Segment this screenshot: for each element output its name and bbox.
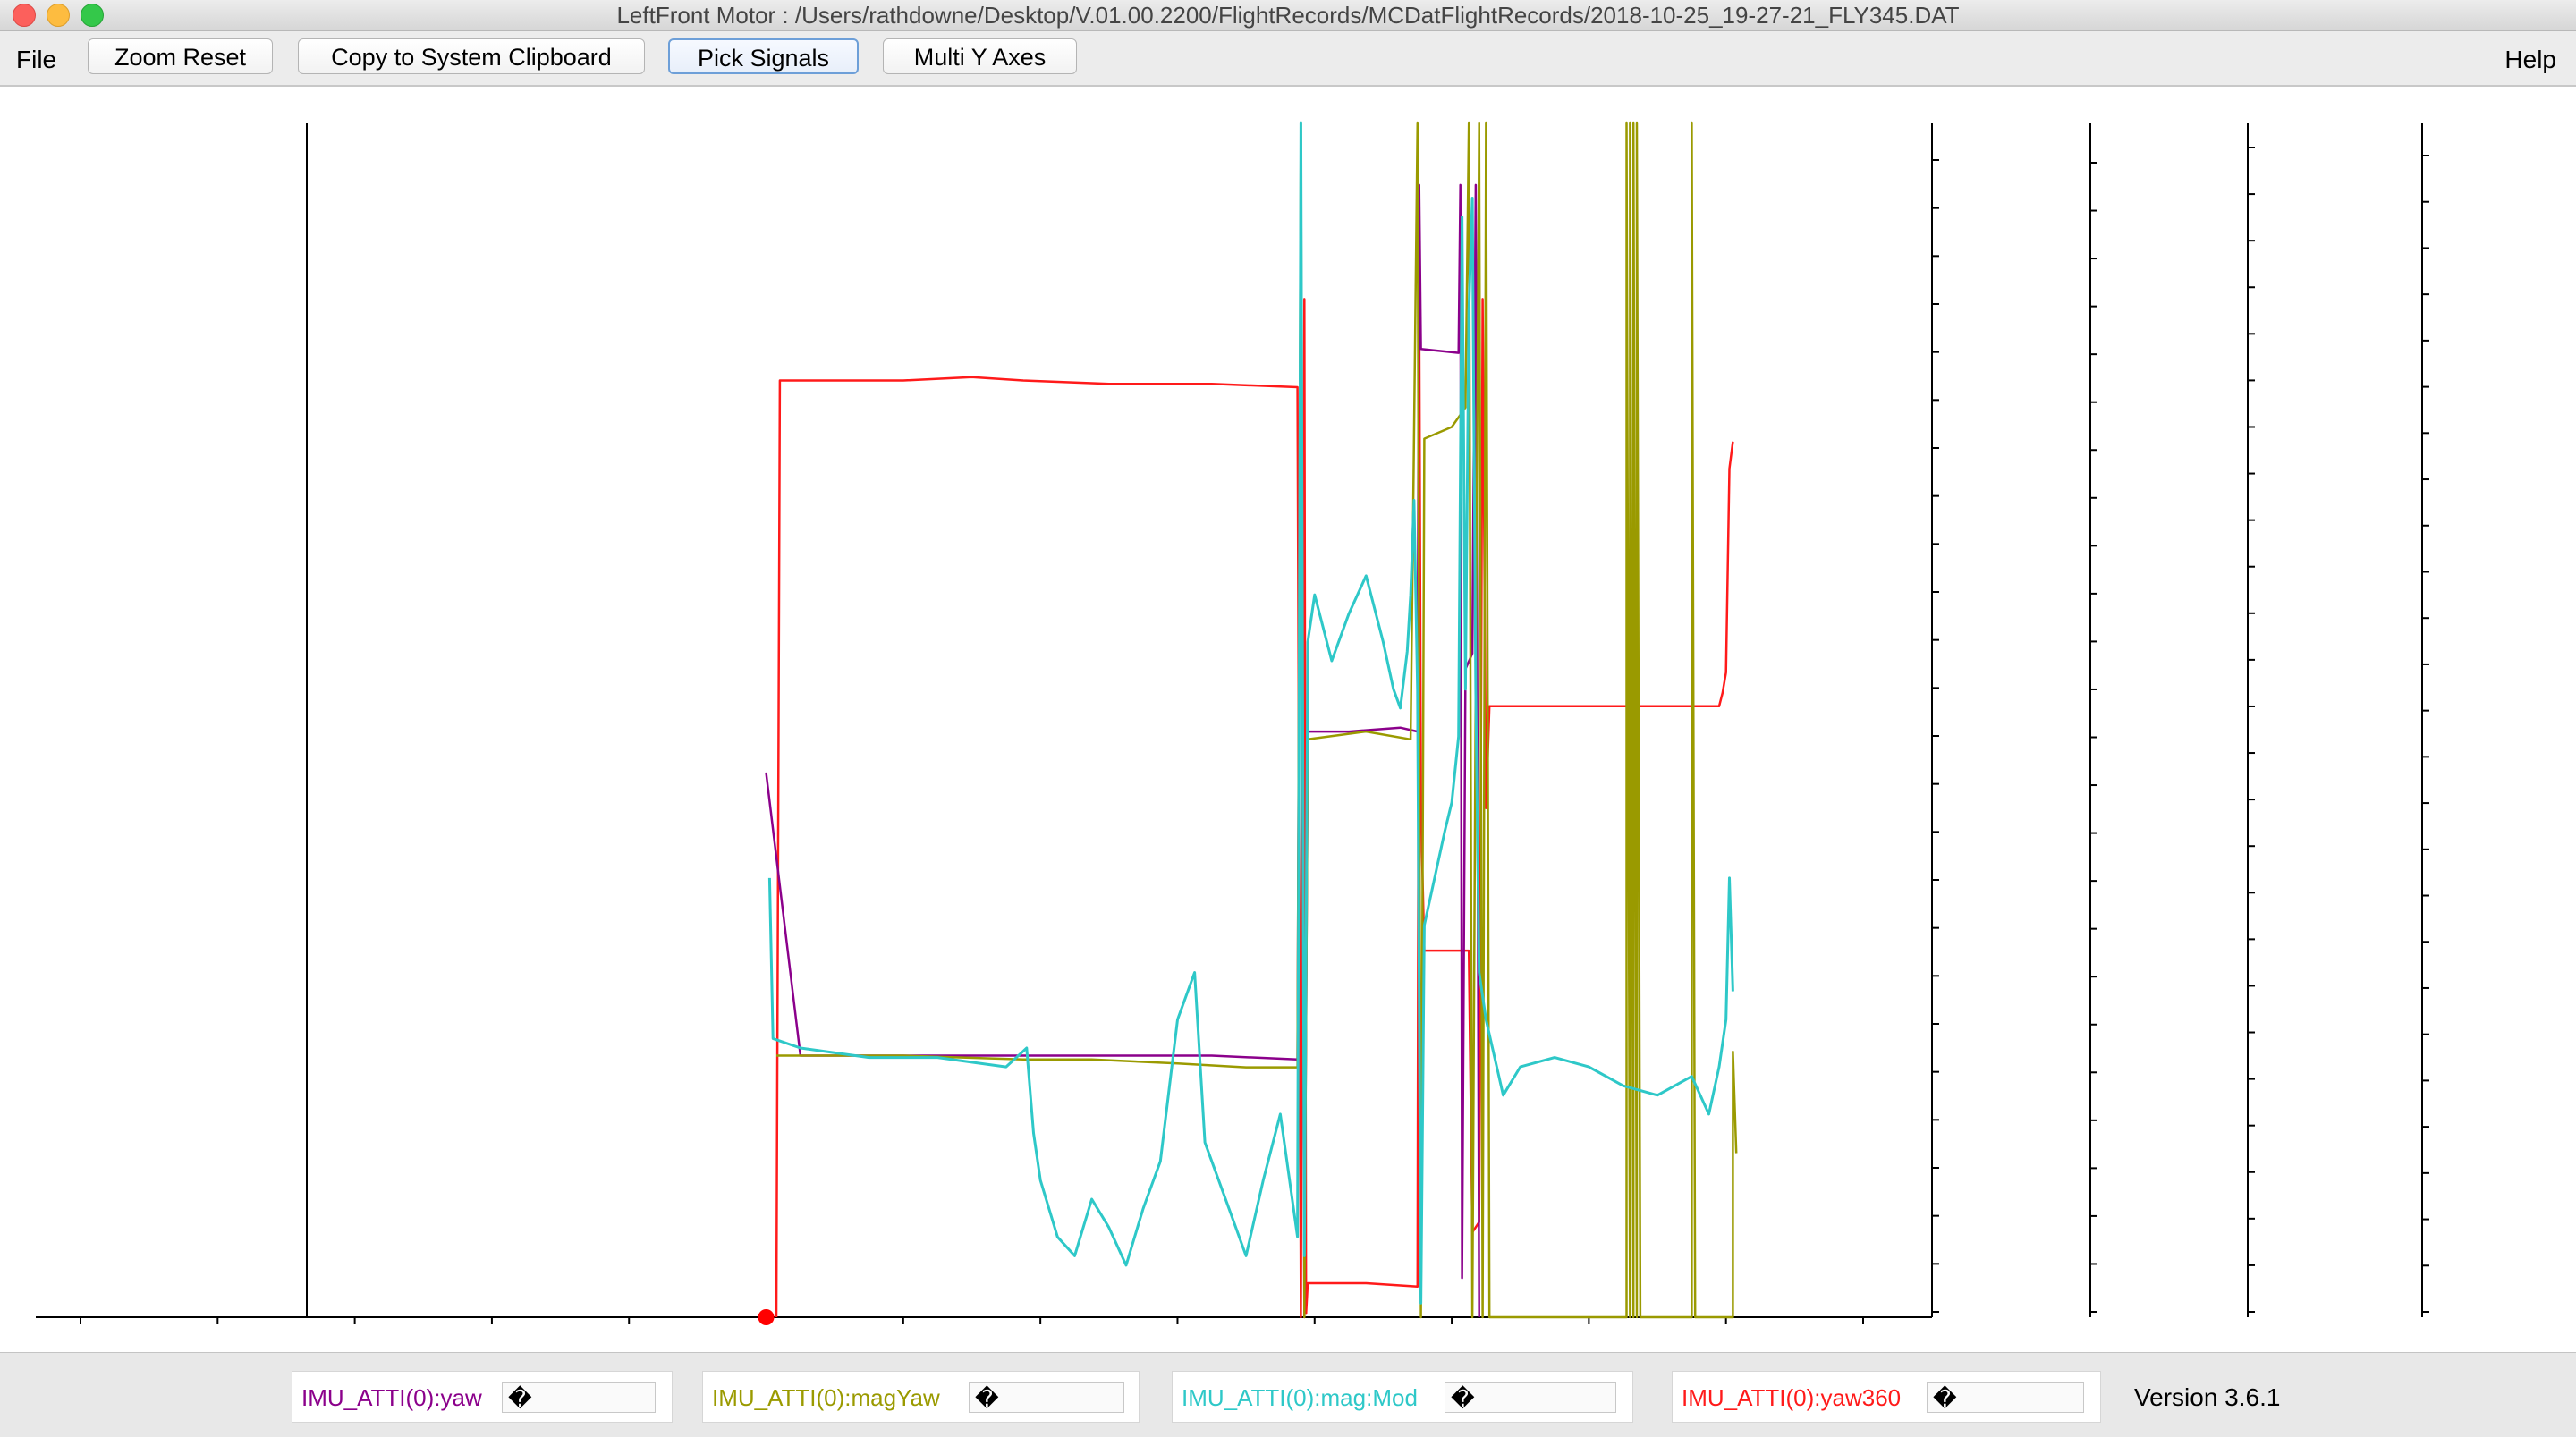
- legend-label-yaw360: IMU_ATTI(0):yaw360: [1682, 1384, 1902, 1411]
- legend-label-yaw: IMU_ATTI(0):yaw: [301, 1384, 482, 1411]
- legend-label-mag-mod: IMU_ATTI(0):mag:Mod: [1182, 1384, 1418, 1411]
- legend-item-mag-mod[interactable]: IMU_ATTI(0):mag:Mod �: [1172, 1371, 1633, 1423]
- zoom-reset-button[interactable]: Zoom Reset: [88, 38, 273, 74]
- pick-signals-button[interactable]: Pick Signals: [668, 38, 859, 74]
- help-menu[interactable]: Help: [2504, 46, 2556, 74]
- title-bar: LeftFront Motor : /Users/rathdowne/Deskt…: [0, 0, 2576, 31]
- copy-to-clipboard-button[interactable]: Copy to System Clipboard: [298, 38, 645, 74]
- legend-item-magyaw[interactable]: IMU_ATTI(0):magYaw �: [702, 1371, 1140, 1423]
- series-line-0: [775, 298, 1734, 1319]
- legend-item-yaw360[interactable]: IMU_ATTI(0):yaw360 �: [1672, 1371, 2101, 1423]
- version-label: Version 3.6.1: [2134, 1383, 2281, 1411]
- file-menu[interactable]: File: [16, 46, 56, 74]
- legend-value-yaw360: �: [1927, 1382, 2084, 1413]
- cursor-marker: [758, 1309, 775, 1325]
- legend-value-magyaw: �: [969, 1382, 1124, 1413]
- toolbar: File Zoom Reset Copy to System Clipboard…: [0, 31, 2576, 87]
- multi-y-axes-button[interactable]: Multi Y Axes: [883, 38, 1077, 74]
- legend-bar: IMU_ATTI(0):yaw � IMU_ATTI(0):magYaw � I…: [0, 1352, 2576, 1437]
- series-line-3: [767, 121, 1734, 1305]
- legend-value-mag-mod: �: [1445, 1382, 1616, 1413]
- signal-chart[interactable]: [0, 87, 2576, 1352]
- series-line-2: [776, 121, 1738, 1319]
- window-title: LeftFront Motor : /Users/rathdowne/Deskt…: [616, 2, 1960, 29]
- legend-value-yaw: �: [502, 1382, 656, 1413]
- legend-label-magyaw: IMU_ATTI(0):magYaw: [712, 1384, 940, 1411]
- series-line-1: [765, 183, 1480, 1319]
- legend-item-yaw[interactable]: IMU_ATTI(0):yaw �: [292, 1371, 673, 1423]
